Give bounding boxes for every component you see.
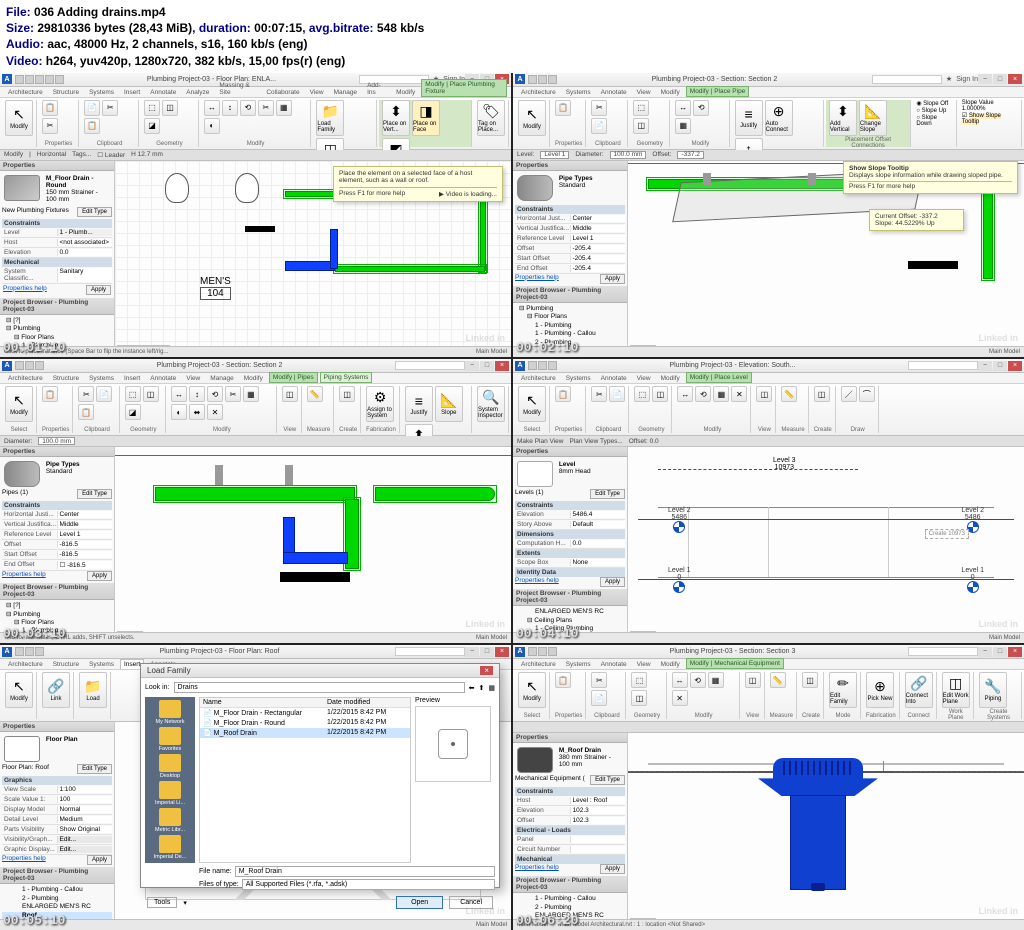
tools-button[interactable]: Tools <box>147 897 177 908</box>
pane-5: APlumbing Project-03 - Floor Plan: Roof−… <box>0 645 511 929</box>
thumbnail-grid: A Plumbing Project-03 - Floor Plan: ENLA… <box>0 73 1024 930</box>
load-family-button[interactable]: 📁Load Family <box>316 100 344 136</box>
place-face-button[interactable]: ◨Place on Face <box>412 100 440 136</box>
up-icon[interactable]: ⬆ <box>479 684 485 692</box>
auto-connect-button[interactable]: ⊕Auto Connect <box>765 100 793 136</box>
toilet-fixture <box>165 173 189 203</box>
context-tab[interactable]: Modify | Place Plumbing Fixture <box>421 79 507 97</box>
watermark: Linked in <box>465 333 505 343</box>
dialog-close-button[interactable]: × <box>480 666 493 675</box>
justify-button[interactable]: ≡Justify <box>735 100 763 136</box>
roof-drain-strainer[interactable] <box>773 758 863 780</box>
add-vertical-button[interactable]: ⬍Add Vertical <box>829 100 857 136</box>
pane-2: APlumbing Project-03 - Section: Section … <box>513 73 1024 357</box>
pane-1: A Plumbing Project-03 - Floor Plan: ENLA… <box>0 73 511 357</box>
back-icon[interactable]: ⬅ <box>469 684 475 692</box>
props-help-link[interactable]: Properties help <box>3 285 47 295</box>
ribbon: ↖Modify 📋✂Properties 📄✂📋Clipboard ⬚◫◪Geo… <box>0 98 511 150</box>
drawing-canvas[interactable]: MEN'S 104 Place the element on a selecte… <box>115 161 511 357</box>
load-family-dialog: Load Family× Look in: Drains ⬅⬆▦ My Netw… <box>140 663 500 888</box>
dialog-title: Load Family <box>147 666 191 675</box>
type-thumbnail-icon <box>4 175 40 201</box>
modify-button[interactable]: ↖Modify <box>5 100 33 136</box>
toilet-fixture <box>235 173 259 203</box>
timestamp: 00:01:10 <box>3 340 65 355</box>
properties-header: Properties <box>0 161 114 171</box>
places-bar[interactable]: My Network Favorites Desktop Imperial Li… <box>145 697 195 863</box>
left-sidebar: Properties M_Floor Drain - Round150 mm S… <box>0 161 115 357</box>
place-vertical-button[interactable]: ⬍Place on Vert... <box>382 100 410 136</box>
face-tooltip: Place the element on a selected face of … <box>333 166 503 202</box>
browser-header: Project Browser - Plumbing Project-03 <box>0 298 114 315</box>
options-bar[interactable]: Modify|HorizontalTags...☐ LeaderH 12.7 m… <box>0 150 511 161</box>
change-slope-button[interactable]: 📐Change Slope <box>859 100 887 136</box>
lookin-combo[interactable]: Drains <box>174 682 465 693</box>
pane-4: APlumbing Project-03 - Elevation: South.… <box>513 359 1024 643</box>
app-logo-icon: A <box>2 74 12 84</box>
room-tag: MEN'S 104 <box>200 276 231 300</box>
pane-3: APlumbing Project-03 - Section: Section … <box>0 359 511 643</box>
status-bar: Click to place instance (Space Bar to fl… <box>0 346 511 357</box>
pane-6: APlumbing Project-03 - Section: Section … <box>513 645 1024 929</box>
filename-input[interactable]: M_Roof Drain <box>235 866 495 877</box>
tag-insertion-button[interactable]: 🏷Tag on Place... <box>477 100 505 136</box>
views-icon[interactable]: ▦ <box>488 684 495 692</box>
edit-type-button[interactable]: Edit Type <box>77 207 112 217</box>
open-button[interactable]: Open <box>396 896 443 909</box>
window-title: Plumbing Project-03 - Floor Plan: ENLA..… <box>64 76 359 83</box>
filetype-combo[interactable]: All Supported Files (*.rfa, *.adsk) <box>242 879 495 890</box>
file-metadata-block: File: 036 Adding drains.mp4 Size: 298103… <box>0 0 1024 73</box>
file-list[interactable]: NameDate modified 📄 M_Floor Drain - Rect… <box>199 697 411 863</box>
ribbon-tabs[interactable]: ArchitectureStructureSystemsInsertAnnota… <box>0 87 511 98</box>
apply-button[interactable]: Apply <box>86 285 111 295</box>
